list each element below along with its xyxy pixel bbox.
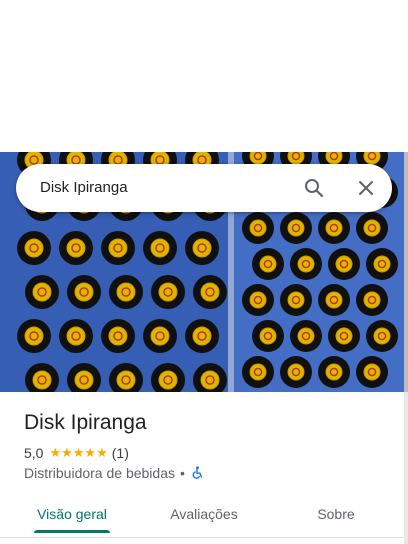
tab-sobre[interactable]: Sobre bbox=[286, 496, 386, 532]
separator: • bbox=[179, 465, 185, 481]
wheelchair-accessible-icon bbox=[190, 466, 204, 480]
close-icon[interactable] bbox=[354, 176, 378, 200]
active-tab-indicator bbox=[34, 530, 110, 533]
rating-row[interactable]: 5,0 ★★★★★ (1) bbox=[24, 444, 129, 462]
rating-stars: ★★★★★ bbox=[49, 445, 108, 460]
search-bar[interactable]: Disk Ipiranga bbox=[16, 164, 392, 212]
place-title: Disk Ipiranga bbox=[24, 411, 147, 434]
search-icon[interactable] bbox=[302, 176, 326, 200]
review-count[interactable]: (1) bbox=[112, 445, 129, 461]
tab-visao-geral[interactable]: Visão geral bbox=[22, 496, 122, 532]
search-input[interactable]: Disk Ipiranga bbox=[40, 178, 128, 198]
place-category[interactable]: Distribuidora de bebidas bbox=[24, 465, 175, 481]
category-row: Distribuidora de bebidas • bbox=[24, 464, 204, 482]
scrollbar-thumb[interactable] bbox=[404, 152, 408, 392]
tabs-divider bbox=[0, 537, 404, 538]
tab-avaliacoes[interactable]: Avaliações bbox=[154, 496, 254, 532]
tab-bar: Visão geral Avaliações Sobre bbox=[0, 496, 404, 536]
rating-value: 5,0 bbox=[24, 445, 44, 461]
